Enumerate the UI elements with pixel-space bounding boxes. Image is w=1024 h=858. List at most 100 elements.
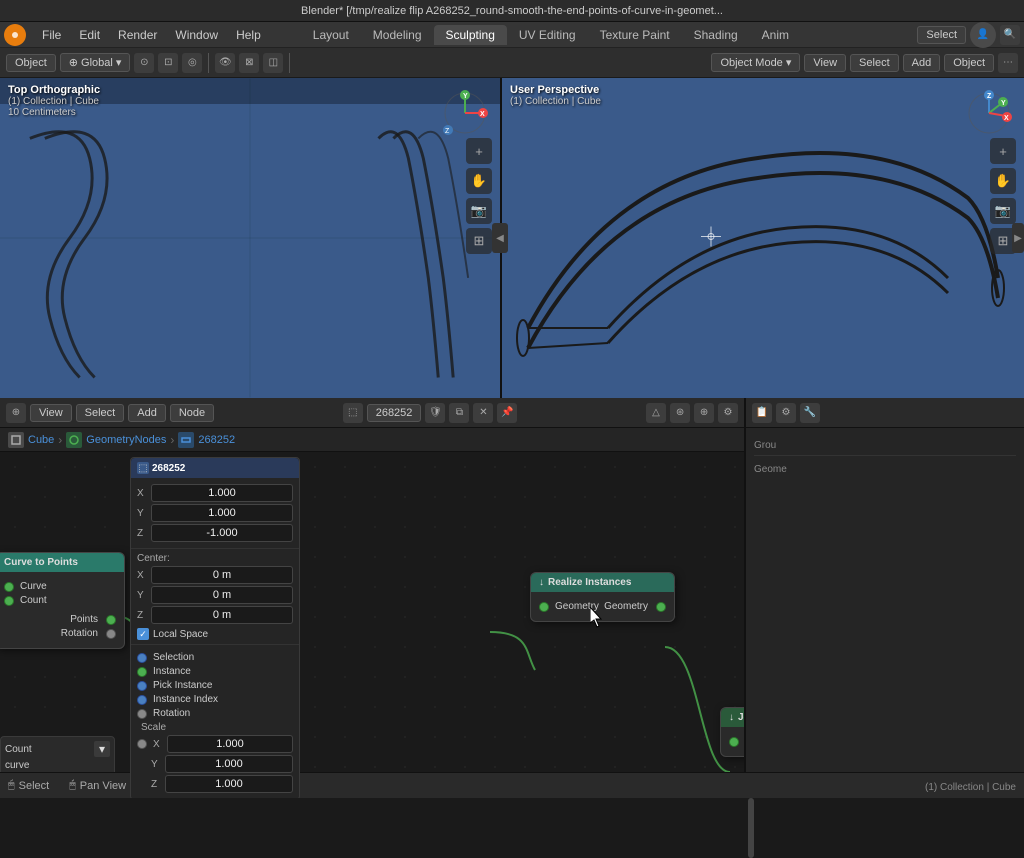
tab-sculpting[interactable]: Sculpting (434, 25, 507, 45)
right-viewport[interactable]: User Perspective (1) Collection | Cube Z (502, 78, 1024, 398)
node-icon[interactable]: ⬚ (343, 403, 363, 423)
socket-count[interactable] (4, 596, 14, 606)
socket-selection[interactable] (137, 653, 147, 663)
node-view-btn[interactable]: View (30, 404, 72, 422)
grab-btn[interactable]: ✋ (466, 168, 492, 194)
viewport-collapse-handle[interactable]: ◀ (492, 223, 508, 253)
node-canvas[interactable]: Curve to Points Curve Count (0, 452, 744, 798)
socket-curve[interactable] (4, 582, 14, 592)
cz-val[interactable]: 0 m (151, 606, 293, 624)
transform-global[interactable]: ⊕ Global ▾ (60, 53, 131, 72)
search-icon[interactable]: 🔍 (1000, 25, 1020, 45)
zoom-in-btn-r[interactable]: + (990, 138, 1016, 164)
tx-val[interactable]: 1.000 (151, 484, 293, 502)
zoom-in-btn[interactable]: + (466, 138, 492, 164)
socket-rotation-out[interactable] (106, 629, 116, 639)
transform-pivot[interactable]: ⊙ (134, 53, 154, 73)
xray-icon[interactable]: ◫ (263, 53, 283, 73)
user-avatar[interactable]: 👤 (970, 22, 996, 48)
socket-idx[interactable] (137, 695, 147, 705)
tab-texture-paint[interactable]: Texture Paint (588, 25, 682, 45)
sx-val[interactable]: 1.000 (167, 735, 293, 753)
tab-modeling[interactable]: Modeling (361, 25, 434, 45)
left-viewport-title: Top Orthographic (1) Collection | Cube 1… (8, 84, 100, 118)
visibility-icon[interactable]: 👁 (215, 53, 235, 73)
node-copy-icon[interactable]: ⧉ (449, 403, 469, 423)
join-geometry-node[interactable]: ↓ Join Geometry Geometry Geometry (720, 707, 744, 757)
local-space-checkbox[interactable] (137, 628, 149, 640)
menu-file[interactable]: File (34, 26, 69, 44)
tab-anim[interactable]: Anim (750, 25, 801, 45)
blender-logo[interactable] (4, 24, 26, 46)
object-btn[interactable]: Object (944, 54, 994, 72)
right-viewport-collapse[interactable]: ▶ (1012, 223, 1024, 253)
rp-icon-1[interactable]: 📋 (752, 403, 772, 423)
camera-btn-r[interactable]: 📷 (990, 198, 1016, 224)
status-select[interactable]: 🖱 Select (8, 779, 49, 792)
node-up-icon[interactable]: △ (646, 403, 666, 423)
cube-icon (8, 432, 24, 448)
tab-shading[interactable]: Shading (682, 25, 750, 45)
node-add-btn[interactable]: Add (128, 404, 166, 422)
left-viewport-gizmo[interactable]: Y X Z (440, 88, 490, 138)
tab-uv-editing[interactable]: UV Editing (507, 25, 588, 45)
select-btn[interactable]: Select (850, 54, 899, 72)
proportional-edit[interactable]: ◎ (182, 53, 202, 73)
cx-val[interactable]: 0 m (151, 566, 293, 584)
ri-socket-out[interactable] (656, 602, 666, 612)
status-pan[interactable]: 🖱 Pan View (69, 779, 126, 792)
tz-val[interactable]: -1.000 (151, 524, 293, 542)
node-type-icon[interactable]: ⊕ (6, 403, 26, 423)
object-mode-btn[interactable]: Object Mode ▾ (711, 53, 800, 72)
socket-rotation[interactable] (137, 709, 147, 719)
grab-btn-r[interactable]: ✋ (990, 168, 1016, 194)
realize-instances-node[interactable]: ↓ Realize Instances Geometry Geometry (530, 572, 675, 622)
camera-btn[interactable]: 📷 (466, 198, 492, 224)
cy-val[interactable]: 0 m (151, 586, 293, 604)
socket-scale[interactable] (137, 739, 147, 749)
add-btn[interactable]: Add (903, 54, 941, 72)
menu-render[interactable]: Render (110, 26, 165, 44)
jg-socket-in[interactable] (729, 737, 739, 747)
socket-instance[interactable] (137, 667, 147, 677)
sz-val[interactable]: 1.000 (165, 775, 293, 793)
curve-to-points-node[interactable]: Curve to Points Curve Count (0, 552, 125, 649)
instance-panel[interactable]: ⬚ 268252 X 1.000 Y 1.000 (130, 457, 300, 798)
node-node-btn[interactable]: Node (170, 404, 214, 422)
node-select-btn[interactable]: Select (76, 404, 125, 422)
rp-icon-3[interactable]: 🔧 (800, 403, 820, 423)
menu-window[interactable]: Window (167, 26, 226, 44)
breadcrumb-cube[interactable]: Cube (28, 434, 54, 446)
transform-section: X 1.000 Y 1.000 Z -1.000 (131, 478, 299, 549)
grid-btn[interactable]: ⊞ (466, 228, 492, 254)
scrollbar-thumb[interactable] (748, 798, 754, 858)
node-settings-icon[interactable]: ⚙ (718, 403, 738, 423)
node-id-display[interactable]: 268252 (367, 404, 422, 422)
snapping-icon[interactable]: ⊡ (158, 53, 178, 73)
breadcrumb-modifier[interactable]: GeometryNodes (86, 434, 166, 446)
socket-points-out[interactable] (106, 615, 116, 625)
socket-pick[interactable] (137, 681, 147, 691)
extra-icon[interactable]: ⋯ (998, 53, 1018, 73)
ty-val[interactable]: 1.000 (151, 504, 293, 522)
view-btn[interactable]: View (804, 54, 846, 72)
node-pin-icon[interactable]: 📌 (497, 403, 517, 423)
node-transform-icon[interactable]: ⊕ (694, 403, 714, 423)
right-viewport-gizmo[interactable]: Z Y X (964, 88, 1014, 138)
menu-edit[interactable]: Edit (71, 26, 108, 44)
overlay-icon[interactable]: ⊠ (239, 53, 259, 73)
rp-icon-2[interactable]: ⚙ (776, 403, 796, 423)
left-viewport[interactable]: Top Orthographic (1) Collection | Cube 1… (0, 78, 502, 398)
sy-val[interactable]: 1.000 (165, 755, 293, 773)
breadcrumb-node[interactable]: 268252 (198, 434, 235, 446)
select-button-top[interactable]: Select (917, 26, 966, 44)
menu-help[interactable]: Help (228, 26, 269, 44)
node-snap-icon[interactable]: ⊛ (670, 403, 690, 423)
tab-layout[interactable]: Layout (301, 25, 361, 45)
node-editor[interactable]: ⊕ View Select Add Node ⬚ 268252 🛡 ⧉ ✕ (0, 398, 744, 798)
mode-selector[interactable]: Object (6, 54, 56, 72)
node-close-icon[interactable]: ✕ (473, 403, 493, 423)
scale-label-bottom: Scale (137, 722, 293, 733)
ri-socket-in[interactable] (539, 602, 549, 612)
count-dropdown[interactable]: ▾ (94, 741, 110, 757)
